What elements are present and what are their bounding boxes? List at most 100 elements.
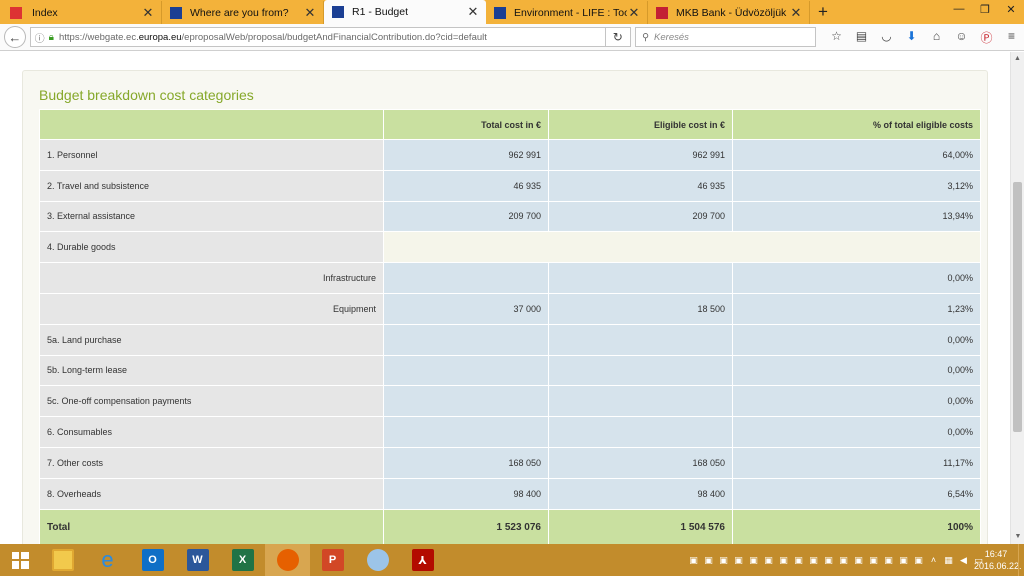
taskbar-internet-explorer[interactable]: e — [85, 544, 130, 576]
taskbar: e O W X P ⅄ ▣ ▣ ▣ ▣ ▣ ▣ ▣ ▣ ▣ ▣ ▣ ▣ ▣ ▣ … — [0, 544, 1024, 576]
outlook-icon: O — [141, 549, 164, 571]
tray-app-icon[interactable]: ▣ — [731, 555, 746, 566]
close-tab-icon[interactable]: ✕ — [466, 4, 480, 20]
reload-icon: ↻ — [612, 30, 623, 44]
tab-mkb-bank[interactable]: MKB Bank - Üdvözöljük az... ✕ — [648, 1, 810, 24]
scrollbar-thumb[interactable] — [1013, 182, 1022, 432]
percent-cell: 0,00% — [732, 323, 981, 356]
clock[interactable]: 16:47 2016.06.22. — [974, 548, 1022, 572]
tray-app-icon[interactable]: ▣ — [806, 555, 821, 566]
taskbar-firefox[interactable] — [265, 544, 310, 576]
tray-app-icon[interactable]: ▣ — [791, 555, 806, 566]
table-row: Infrastructure 0,00% — [39, 262, 981, 294]
back-button[interactable]: ← — [4, 26, 26, 48]
address-bar[interactable]: ⓘ 🔒︎ https://webgate.ec.europa.eu/epropo… — [29, 27, 606, 47]
percent-cell: 0,00% — [732, 416, 981, 448]
table-row: Equipment 37 000 18 500 1,23% — [39, 292, 981, 325]
total-cost-cell: 168 050 — [383, 446, 549, 479]
tab-environment-life[interactable]: Environment - LIFE : Toolk... ✕ — [486, 1, 648, 24]
taskbar-paint[interactable] — [355, 544, 400, 576]
reload-button[interactable]: ↻ — [605, 27, 632, 47]
percent-cell: 0,00% — [732, 354, 981, 387]
total-cost-cell: 962 991 — [383, 139, 549, 171]
windows-logo-icon — [11, 551, 29, 569]
taskbar-word[interactable]: W — [175, 544, 220, 576]
taskbar-powerpoint[interactable]: P — [310, 544, 355, 576]
close-tab-icon[interactable]: ✕ — [141, 5, 155, 21]
volume-icon[interactable]: ◀ — [956, 555, 971, 566]
close-tab-icon[interactable]: ✕ — [303, 5, 317, 21]
show-desktop-button[interactable] — [1018, 544, 1024, 576]
total-cost-cell — [383, 354, 549, 387]
excel-icon: X — [231, 549, 254, 571]
tab-title: R1 - Budget — [352, 6, 409, 18]
blank-cell — [383, 231, 981, 264]
restore-button[interactable]: ❐ — [972, 0, 998, 18]
tray-app-icon[interactable]: ▣ — [881, 555, 896, 566]
taskbar-file-explorer[interactable] — [40, 544, 85, 576]
tray-app-icon[interactable]: ▣ — [716, 555, 731, 566]
taskbar-acrobat[interactable]: ⅄ — [400, 544, 445, 576]
tray-app-icon[interactable]: ▣ — [866, 555, 881, 566]
url-text[interactable]: https://webgate.ec.europa.eu/eproposalWe… — [59, 32, 605, 43]
table-row: 7. Other costs 168 050 168 050 11,17% — [39, 446, 981, 479]
scroll-down-icon[interactable]: ▼ — [1011, 530, 1024, 544]
arrow-left-icon: ← — [8, 29, 22, 45]
search-input[interactable]: ⚲ Keresés — [635, 27, 816, 47]
start-button[interactable] — [0, 544, 40, 576]
table-row: 5a. Land purchase 0,00% — [39, 323, 981, 356]
tab-r1-budget[interactable]: R1 - Budget ✕ — [324, 0, 486, 24]
download-icon[interactable]: ⬇ — [899, 29, 924, 46]
menu-icon[interactable]: ≡ — [999, 29, 1024, 46]
acrobat-pdf-icon: ⅄ — [411, 549, 434, 571]
chat-icon[interactable]: ☺ — [949, 29, 974, 46]
row-label: Equipment — [39, 292, 384, 325]
close-window-button[interactable]: ✕ — [998, 0, 1024, 18]
close-tab-icon[interactable]: ✕ — [789, 5, 803, 21]
eligible-cost-cell: 46 935 — [548, 169, 733, 202]
percent-cell: 1,23% — [732, 292, 981, 325]
reading-list-icon[interactable]: ▤ — [849, 29, 874, 46]
tray-app-icon[interactable]: ▣ — [851, 555, 866, 566]
tab-where-are-you-from[interactable]: Where are you from? ✕ — [162, 1, 324, 24]
info-icon[interactable]: ⓘ — [35, 30, 45, 45]
network-icon[interactable]: ▦ — [941, 555, 956, 566]
tray-app-icon[interactable]: ▣ — [821, 555, 836, 566]
vertical-scrollbar[interactable]: ▲ ▼ — [1010, 52, 1024, 544]
tab-index[interactable]: Index ✕ — [0, 1, 162, 24]
eligible-cost-cell: 962 991 — [548, 139, 733, 171]
total-cost-cell — [383, 385, 549, 418]
taskbar-outlook[interactable]: O — [130, 544, 175, 576]
tray-app-icon[interactable]: ▣ — [746, 555, 761, 566]
internet-explorer-icon: e — [101, 547, 114, 572]
taskbar-excel[interactable]: X — [220, 544, 265, 576]
eligible-cost-cell: 18 500 — [548, 292, 733, 325]
tray-app-icon[interactable]: ▣ — [776, 555, 791, 566]
total-label: Total — [39, 508, 384, 544]
scroll-up-icon[interactable]: ▲ — [1011, 52, 1024, 66]
table-row: 3. External assistance 209 700 209 700 1… — [39, 200, 981, 233]
chevron-up-icon[interactable]: ˄ — [926, 555, 941, 565]
tray-app-icon[interactable]: ▣ — [896, 555, 911, 566]
row-label: 6. Consumables — [39, 416, 384, 448]
close-tab-icon[interactable]: ✕ — [627, 5, 641, 21]
bookmark-star-icon[interactable]: ☆ — [824, 29, 849, 46]
new-tab-button[interactable]: + — [810, 0, 836, 24]
tray-app-icon[interactable]: ▣ — [701, 555, 716, 566]
home-icon[interactable]: ⌂ — [924, 29, 949, 46]
pocket-icon[interactable]: ◡ — [874, 29, 899, 46]
percent-cell: 3,12% — [732, 169, 981, 202]
tray-app-icon[interactable]: ▣ — [911, 555, 926, 566]
lock-icon[interactable]: 🔒︎ — [49, 32, 54, 43]
clock-time: 16:47 — [984, 549, 1008, 559]
tray-app-icon[interactable]: ▣ — [761, 555, 776, 566]
eu-flag-favicon-icon — [332, 6, 344, 18]
minimize-button[interactable]: — — [946, 0, 972, 18]
tray-app-icon[interactable]: ▣ — [836, 555, 851, 566]
total-cost-cell: 98 400 — [383, 477, 549, 510]
column-header-percent: % of total eligible costs — [732, 109, 981, 140]
pinterest-icon[interactable]: Ⓟ — [974, 29, 999, 46]
eligible-cost-cell — [548, 262, 733, 294]
tray-app-icon[interactable]: ▣ — [686, 555, 701, 566]
powerpoint-icon: P — [321, 549, 344, 571]
